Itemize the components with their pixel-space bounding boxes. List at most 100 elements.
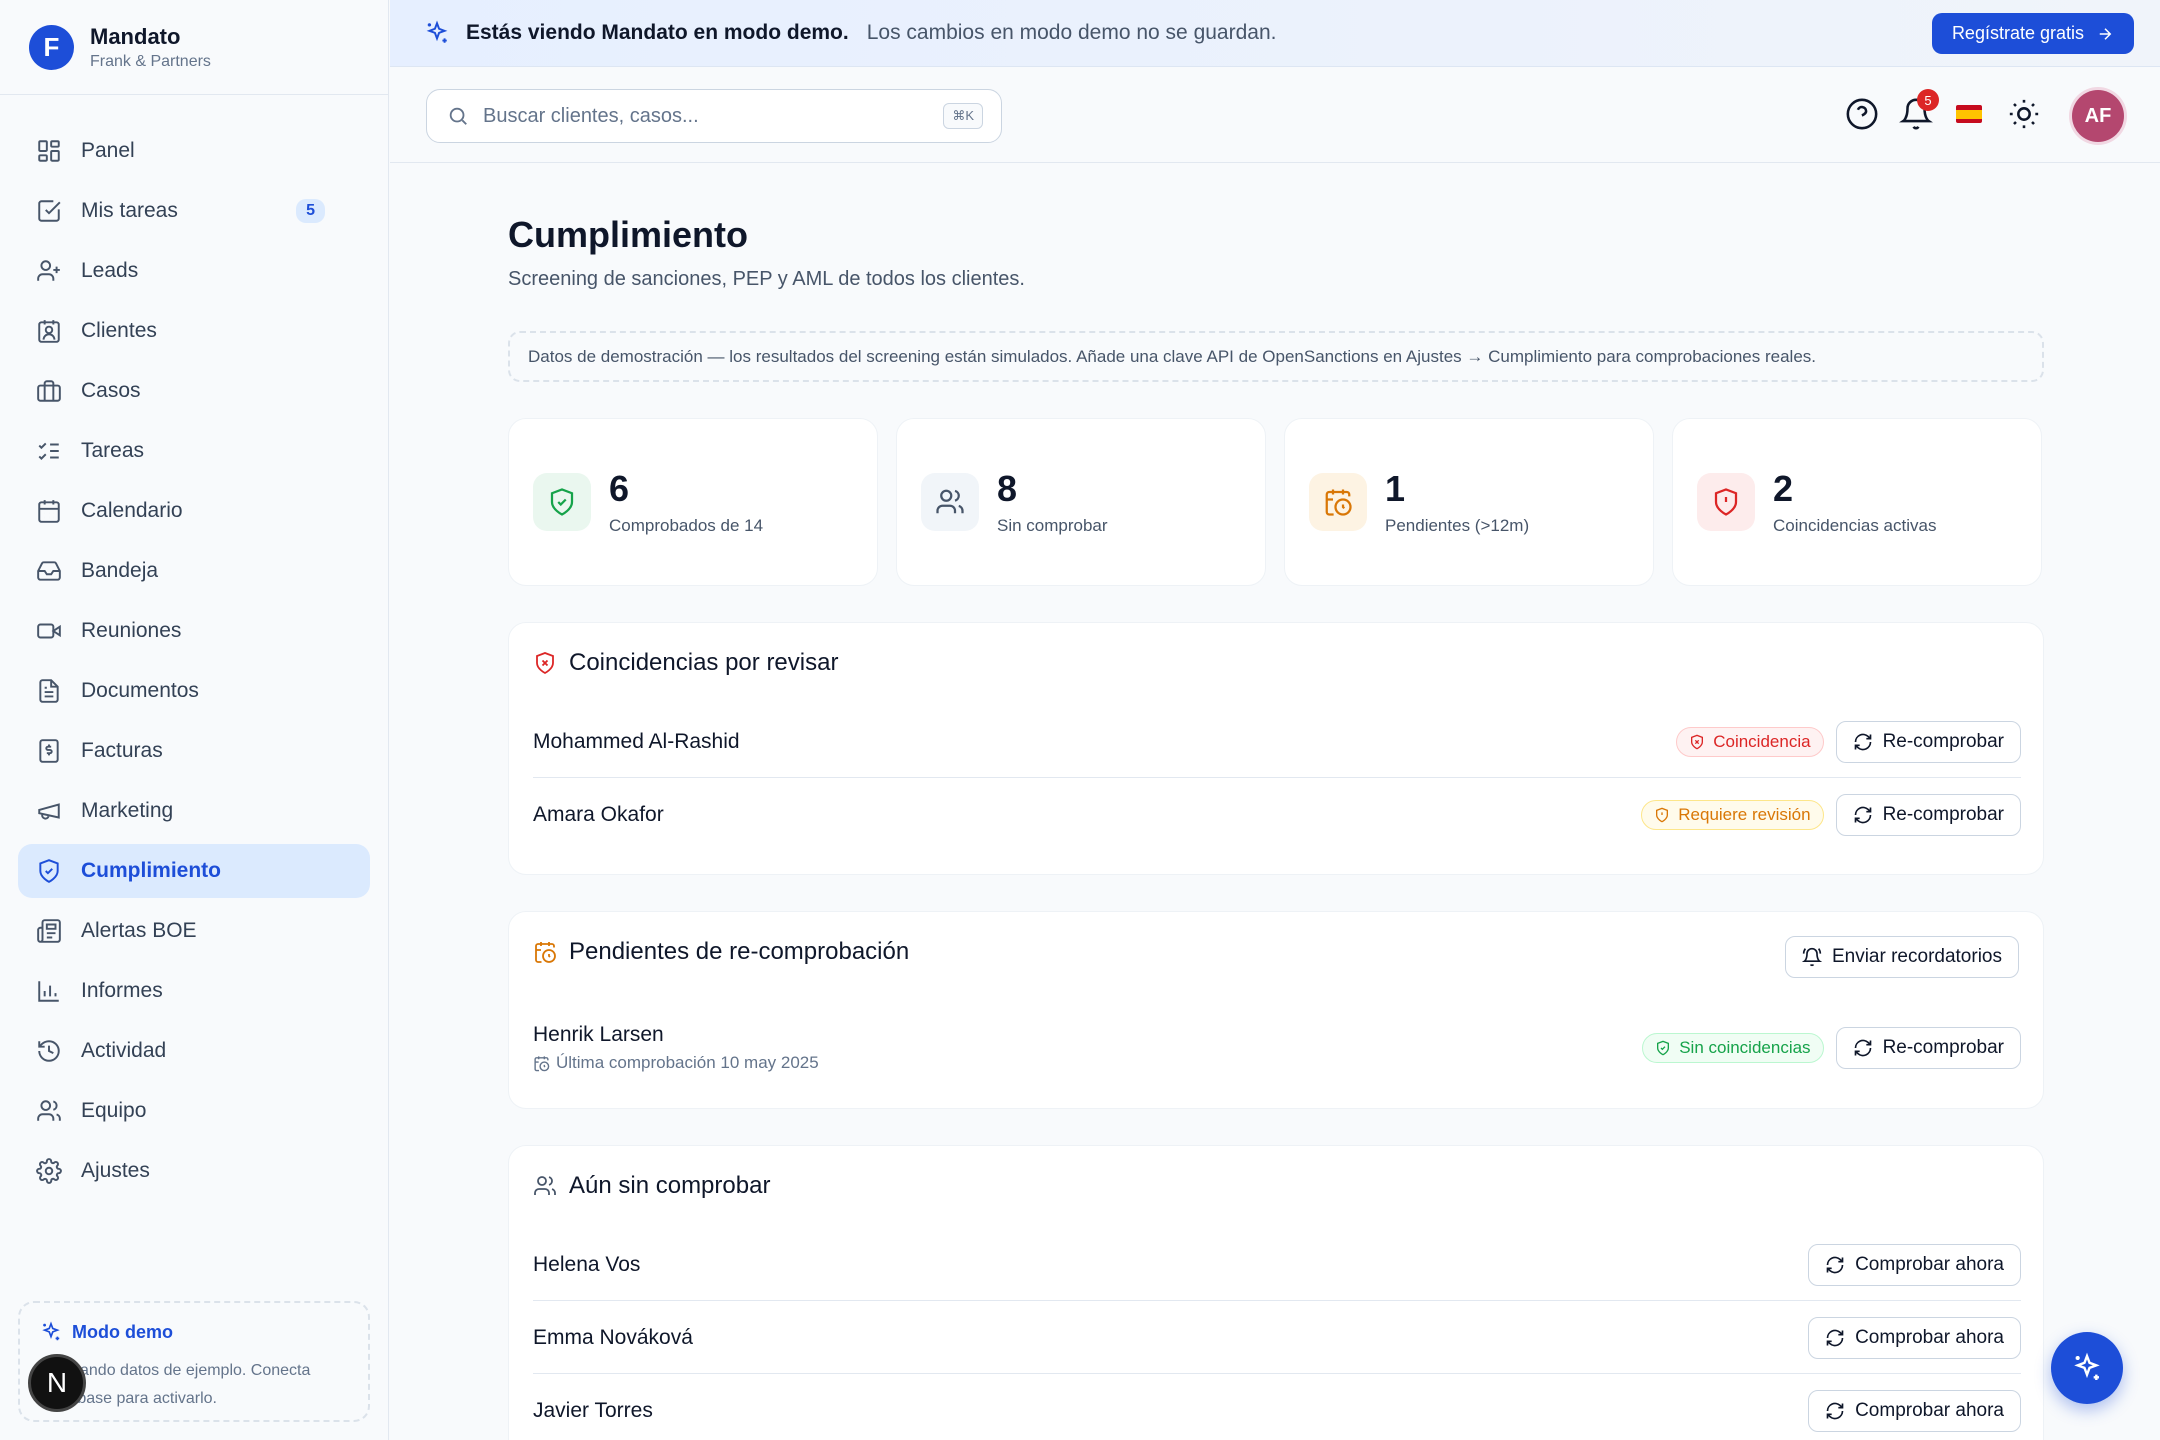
unchecked-card: Aún sin comprobar Helena Vos Comprobar a… <box>508 1145 2044 1440</box>
calendar-clock-icon <box>534 1055 550 1071</box>
newspaper-icon <box>37 919 61 943</box>
signup-button[interactable]: Regístrate gratis <box>1931 13 2134 54</box>
recheck-button[interactable]: Re-comprobar <box>1835 720 2021 763</box>
refresh-icon <box>1854 1039 1871 1057</box>
demo-banner: Estás viendo Mandato en modo demo. Los c… <box>390 0 2160 67</box>
video-icon <box>37 623 61 639</box>
brand[interactable]: F Mandato Frank & Partners <box>0 0 388 95</box>
sidebar-item-marketing[interactable]: Marketing <box>18 784 370 838</box>
sidebar-item-label: Mis tareas <box>81 199 178 222</box>
sidebar-item-panel[interactable]: Panel <box>18 124 370 178</box>
users-icon <box>534 1176 556 1195</box>
refresh-icon <box>1826 1329 1844 1346</box>
client-name[interactable]: Helena Vos <box>533 1253 640 1277</box>
client-name[interactable]: Mohammed Al-Rashid <box>533 730 740 754</box>
brand-name: Mandato <box>90 23 181 49</box>
help-icon[interactable] <box>1845 97 1879 131</box>
client-name[interactable]: Henrik Larsen <box>533 1023 819 1047</box>
last-check-date: Última comprobación 10 may 2025 <box>556 1053 819 1072</box>
sidebar-item-label: Marketing <box>81 799 174 822</box>
card-title: Pendientes de re-comprobación <box>569 938 910 965</box>
sidebar-item-label: Informes <box>81 979 163 1002</box>
sidebar-item-reuniones[interactable]: Reuniones <box>18 604 370 658</box>
sidebar: F Mandato Frank & Partners Panel Mis tar… <box>0 0 389 1440</box>
stat-value: 2 <box>1773 468 1794 509</box>
shield-check-icon <box>1657 1040 1670 1056</box>
stat-value: 1 <box>1385 468 1406 509</box>
client-name[interactable]: Amara Okafor <box>533 803 664 827</box>
card-title: Aún sin comprobar <box>569 1172 771 1199</box>
list-checks-icon <box>38 442 59 460</box>
sidebar-item-tareas[interactable]: Tareas <box>18 424 370 478</box>
status-badge: Sin coincidencias <box>1642 1033 1824 1063</box>
dashboard-icon <box>38 140 60 162</box>
refresh-icon <box>1826 1256 1844 1273</box>
stat-value: 8 <box>997 468 1018 509</box>
sidebar-item-bandeja[interactable]: Bandeja <box>18 544 370 598</box>
dev-tools-badge[interactable]: N <box>28 1354 86 1412</box>
checkbox-icon <box>38 200 61 222</box>
status-badge: Coincidencia <box>1676 726 1824 757</box>
gear-icon <box>36 1158 62 1184</box>
client-name[interactable]: Javier Torres <box>533 1399 653 1423</box>
sidebar-item-label: Panel <box>81 139 135 162</box>
check-now-button[interactable]: Comprobar ahora <box>1808 1243 2021 1286</box>
sidebar-item-facturas[interactable]: Facturas <box>18 724 370 778</box>
recheck-button[interactable]: Re-comprobar <box>1835 794 2021 836</box>
stat-card-unchecked: 8 Sin comprobar <box>896 418 1266 586</box>
calendar-icon <box>38 500 60 523</box>
sidebar-item-leads[interactable]: Leads <box>18 244 370 298</box>
sparkles-icon <box>2074 1352 2100 1380</box>
sun-icon[interactable] <box>2007 97 2041 131</box>
sidebar-item-label: Clientes <box>81 319 157 342</box>
table-row: Emma Nováková Comprobar ahora <box>533 1302 2021 1374</box>
search-box[interactable]: ⌘K <box>426 89 1002 143</box>
sidebar-item-label: Actividad <box>81 1039 167 1062</box>
sidebar-item-equipo[interactable]: Equipo <box>18 1084 370 1138</box>
check-now-button[interactable]: Comprobar ahora <box>1808 1316 2021 1359</box>
users-icon <box>936 489 964 514</box>
contact-icon <box>38 320 60 343</box>
sidebar-item-casos[interactable]: Casos <box>18 364 370 418</box>
page-subtitle: Screening de sanciones, PEP y AML de tod… <box>508 268 1025 290</box>
sidebar-item-clientes[interactable]: Clientes <box>18 304 370 358</box>
user-avatar[interactable]: AF <box>2072 90 2124 142</box>
stat-card-pending: 1 Pendientes (>12m) <box>1284 418 1654 586</box>
page-title: Cumplimiento <box>508 214 748 255</box>
shield-alert-icon <box>1714 488 1738 516</box>
sidebar-item-alertas-boe[interactable]: Alertas BOE <box>18 904 370 958</box>
stat-card-checked: 6 Comprobados de 14 <box>508 418 878 586</box>
sidebar-item-documentos[interactable]: Documentos <box>18 664 370 718</box>
table-row: Amara Okafor Requiere revisión Re-compro… <box>533 779 2021 851</box>
stat-label: Comprobados de 14 <box>609 516 764 535</box>
sidebar-item-informes[interactable]: Informes <box>18 964 370 1018</box>
sidebar-item-cumplimiento[interactable]: Cumplimiento <box>18 844 370 898</box>
search-shortcut: ⌘K <box>943 103 983 129</box>
send-reminders-button[interactable]: Enviar recordatorios <box>1784 936 2019 978</box>
stat-value: 6 <box>609 468 630 509</box>
shield-check-icon <box>550 488 574 516</box>
pending-recheck-card: Pendientes de re-comprobación Enviar rec… <box>508 911 2044 1109</box>
search-input[interactable] <box>483 104 923 128</box>
ai-assistant-button[interactable] <box>2051 1332 2123 1404</box>
sidebar-item-actividad[interactable]: Actividad <box>18 1024 370 1078</box>
notification-count-badge: 5 <box>1917 89 1939 111</box>
sidebar-item-mis-tareas[interactable]: Mis tareas 5 <box>18 184 370 238</box>
brand-org: Frank & Partners <box>90 52 211 70</box>
sidebar-item-label: Reuniones <box>81 619 182 642</box>
bell-ring-icon <box>1801 947 1822 967</box>
status-badge: Requiere revisión <box>1641 800 1824 830</box>
sidebar-item-ajustes[interactable]: Ajustes <box>18 1144 370 1198</box>
sidebar-item-label: Tareas <box>81 439 145 462</box>
bar-chart-icon <box>38 981 59 1002</box>
spanish-flag-icon[interactable] <box>1956 105 1982 123</box>
sidebar-item-calendario[interactable]: Calendario <box>18 484 370 538</box>
inbox-icon <box>37 561 61 581</box>
user-plus-icon <box>37 260 60 281</box>
briefcase-icon <box>37 380 61 402</box>
recheck-button[interactable]: Re-comprobar <box>1835 1027 2021 1069</box>
client-name[interactable]: Emma Nováková <box>533 1326 693 1350</box>
card-title: Coincidencias por revisar <box>569 649 839 676</box>
megaphone-icon <box>38 803 60 820</box>
check-now-button[interactable]: Comprobar ahora <box>1808 1390 2021 1432</box>
